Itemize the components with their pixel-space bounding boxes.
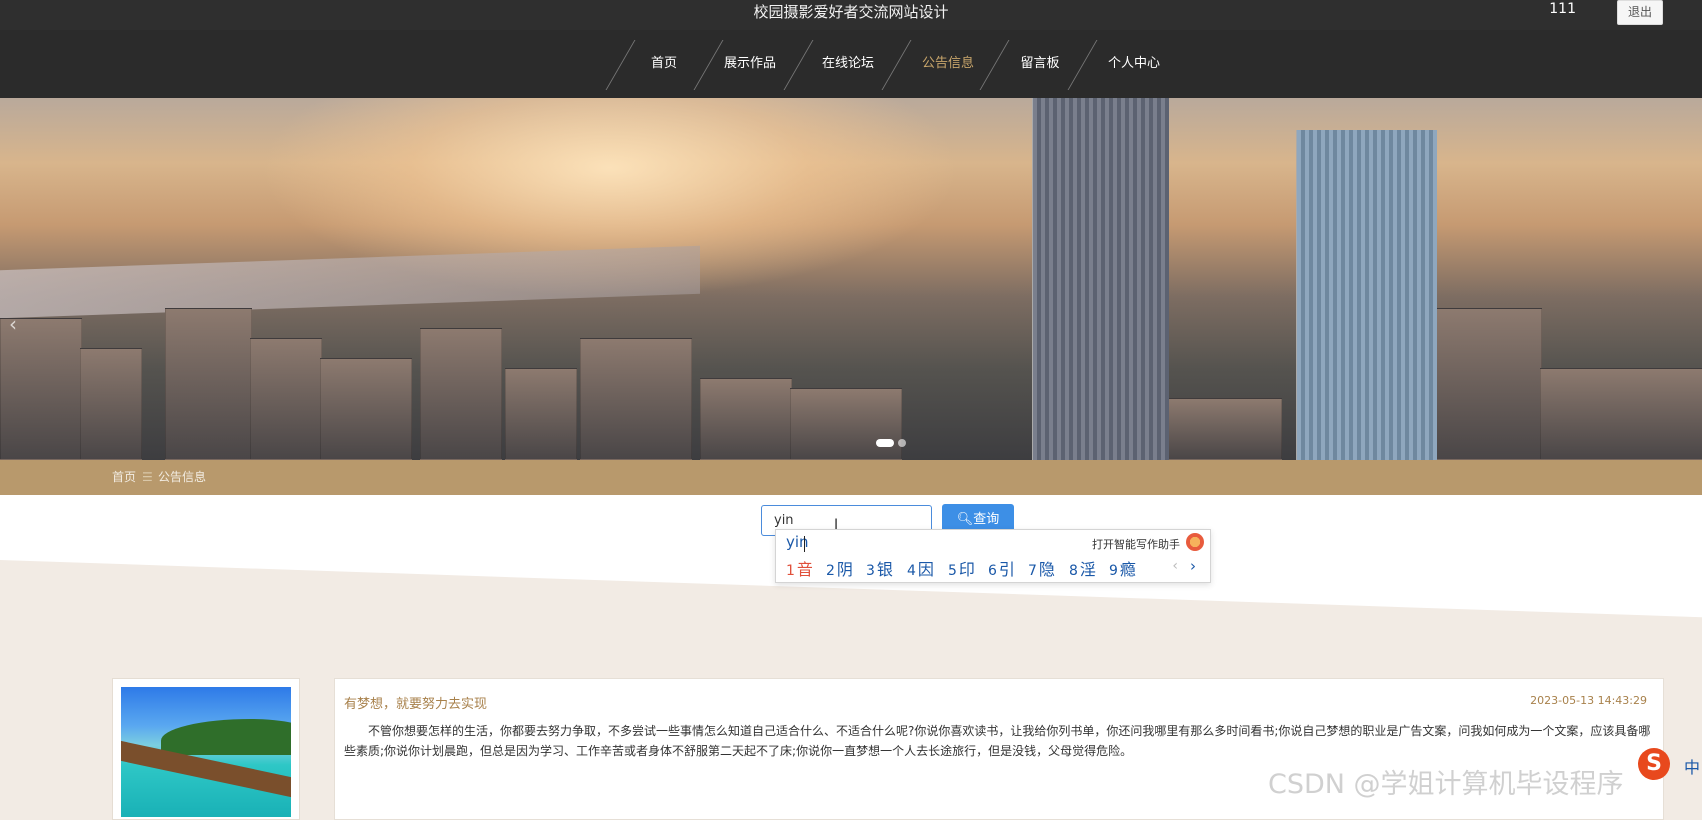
search-button-label: 查询: [973, 512, 1000, 527]
top-bar: 校园摄影爱好者交流网站设计 111 退出: [0, 0, 1702, 30]
nav-item-forum[interactable]: 在线论坛: [818, 30, 878, 98]
nav-item-profile[interactable]: 个人中心: [1102, 30, 1166, 98]
notice-image: [121, 687, 291, 817]
notice-thumbnail[interactable]: [112, 678, 300, 820]
ime-caret: [804, 536, 805, 552]
ime-candidate[interactable]: 5印: [948, 556, 975, 580]
notice-date: 2023-05-13 14:43:29: [1530, 694, 1647, 707]
ime-candidate[interactable]: 8淫: [1069, 556, 1096, 580]
nav-item-home[interactable]: 首页: [636, 30, 692, 98]
ime-prev-page-icon[interactable]: ‹: [1172, 558, 1178, 574]
ime-candidate[interactable]: 2阴: [826, 556, 853, 580]
ime-candidate[interactable]: 7隐: [1028, 556, 1055, 580]
main-nav: 首页 展示作品 在线论坛 公告信息 留言板 个人中心: [0, 30, 1702, 98]
nav-divider: [881, 40, 912, 90]
ime-composition: yin: [786, 533, 809, 551]
nav-item-works[interactable]: 展示作品: [720, 30, 780, 98]
breadcrumb-separator-icon: ☰: [142, 470, 153, 484]
breadcrumb: 首页 ☰ 公告信息: [0, 460, 1702, 495]
nav-item-messages[interactable]: 留言板: [1014, 30, 1066, 98]
ime-candidate[interactable]: 6引: [988, 556, 1015, 580]
banner-tower: [1032, 98, 1169, 460]
nav-divider: [1067, 40, 1098, 90]
banner-tower: [1296, 130, 1437, 460]
nav-item-notices[interactable]: 公告信息: [916, 30, 980, 98]
carousel-dot[interactable]: [898, 439, 906, 447]
site-title: 校园摄影爱好者交流网站设计: [753, 3, 949, 21]
carousel-indicators: [866, 437, 922, 449]
ime-assistant-icon[interactable]: [1186, 533, 1204, 551]
banner-carousel[interactable]: ‹: [0, 98, 1702, 460]
ime-candidate[interactable]: 1音: [786, 556, 813, 580]
banner-cityscape: [0, 270, 1702, 460]
ime-status-indicator[interactable]: 中: [1684, 754, 1700, 778]
ime-candidate[interactable]: 4因: [907, 556, 934, 580]
username-label[interactable]: 111: [1549, 1, 1576, 17]
breadcrumb-home[interactable]: 首页: [112, 460, 136, 495]
ime-candidate-window: yin 打开智能写作助手 1音 2阴 3银 4因 5印 6引 7隐 8淫 9瘾 …: [775, 529, 1211, 583]
nav-divider: [693, 40, 724, 90]
ime-logo-icon[interactable]: S: [1638, 748, 1670, 780]
watermark: CSDN @学姐计算机毕设程序: [1268, 769, 1624, 800]
ime-candidate[interactable]: 9瘾: [1109, 556, 1136, 580]
nav-divider: [783, 40, 814, 90]
notice-title[interactable]: 有梦想，就要努力去实现: [344, 693, 487, 712]
ime-candidate[interactable]: 3银: [866, 556, 893, 580]
nav-divider: [979, 40, 1010, 90]
breadcrumb-current: 公告信息: [158, 470, 207, 484]
ime-assistant-link[interactable]: 打开智能写作助手: [1092, 536, 1180, 552]
nav-divider: [605, 40, 636, 90]
notice-body: 不管你想要怎样的生活，你都要去努力争取，不多尝试一些事情怎么知道自己适合什么、不…: [344, 724, 1651, 758]
chevron-left-icon[interactable]: ‹: [2, 304, 24, 344]
search-icon: 🔍︎: [956, 512, 974, 527]
logout-button[interactable]: 退出: [1617, 0, 1663, 25]
carousel-dot[interactable]: [876, 439, 894, 447]
ime-next-page-icon[interactable]: ›: [1190, 557, 1196, 575]
